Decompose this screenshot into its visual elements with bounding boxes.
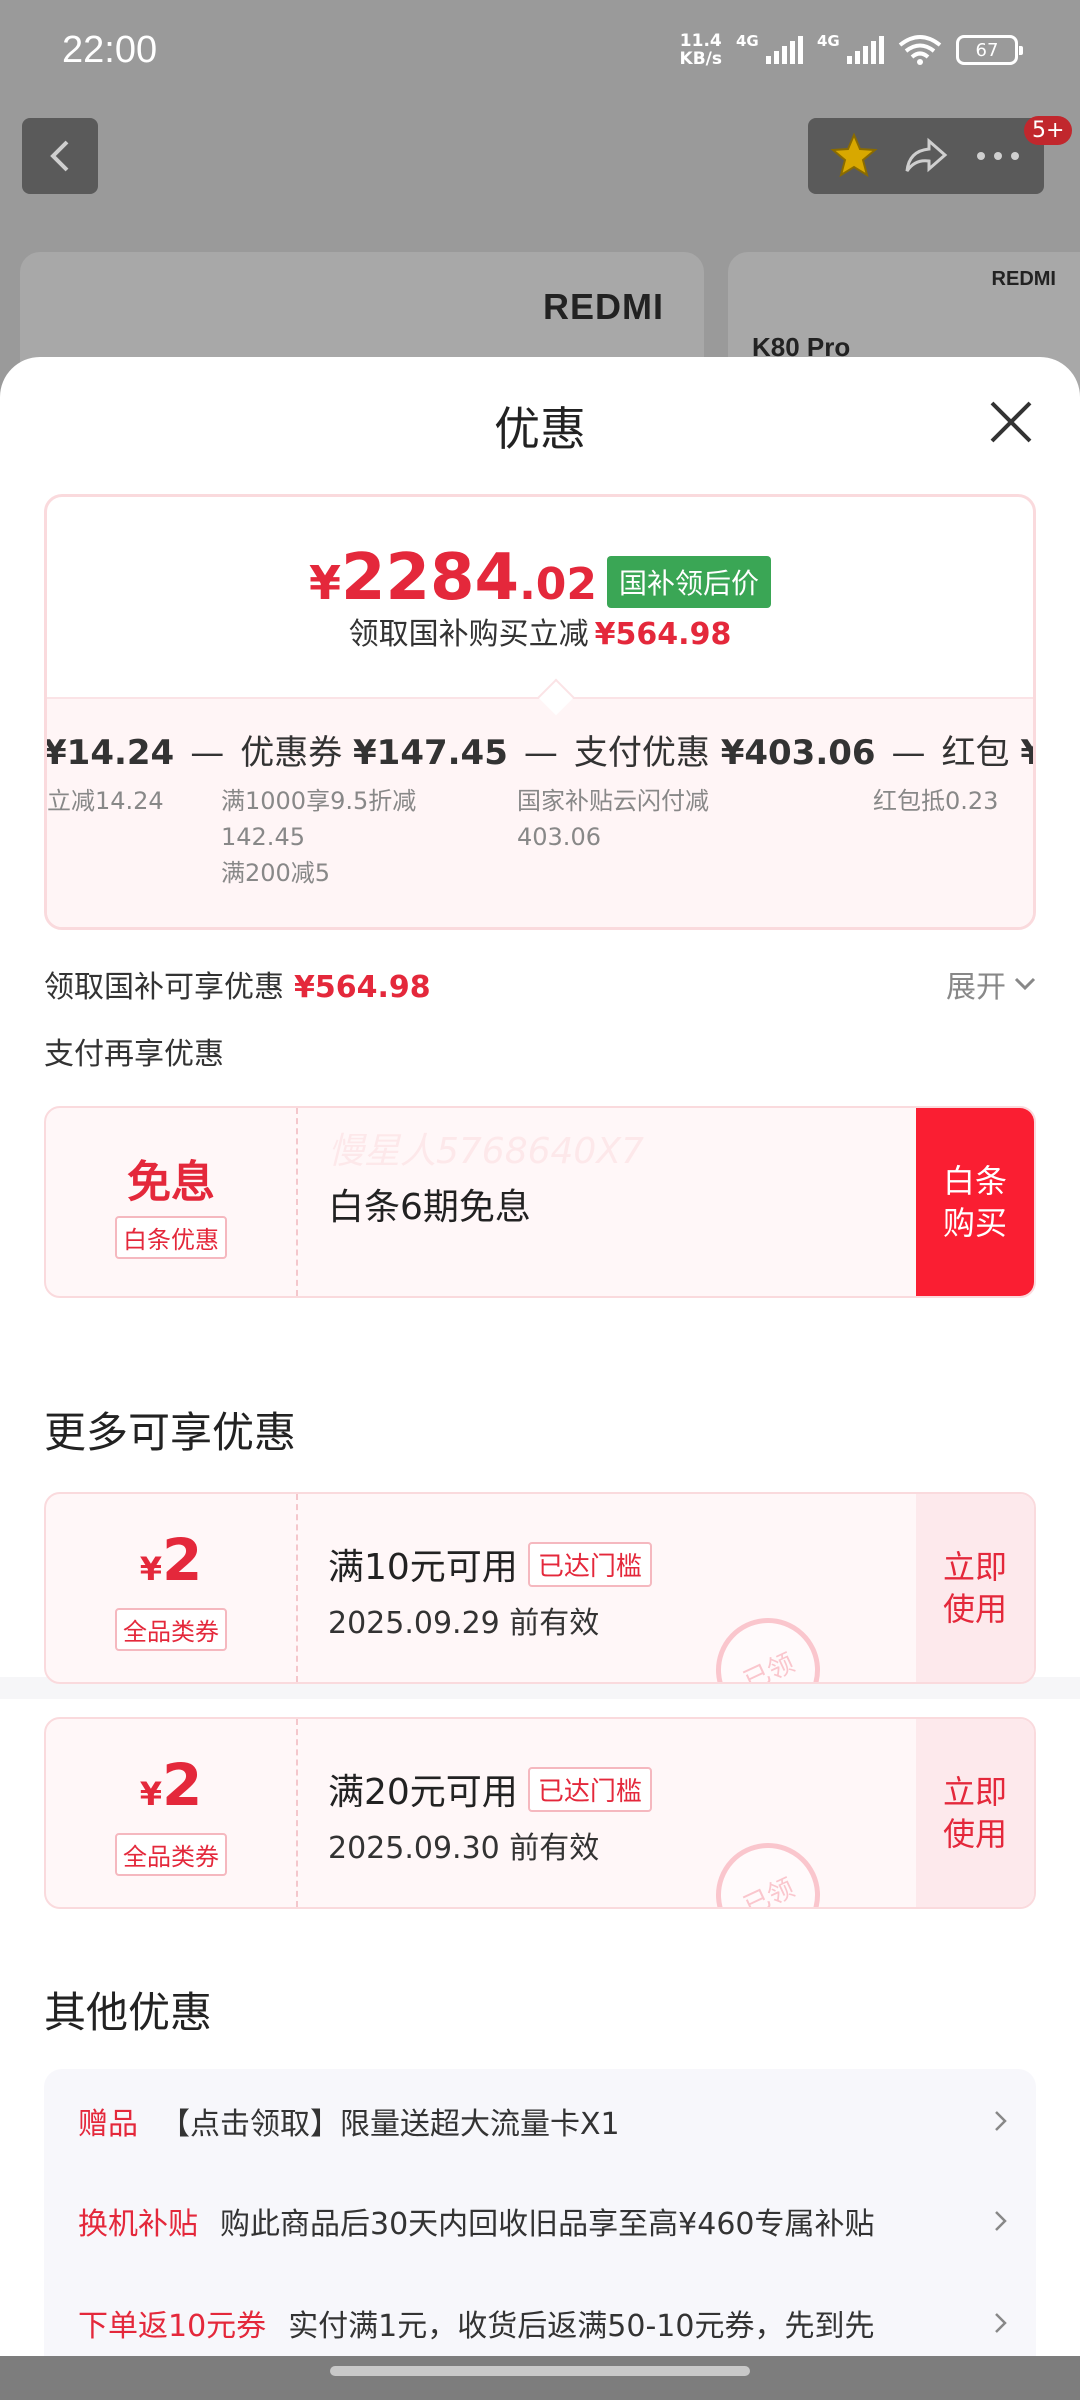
subsidy-summary-text: 领取国补可享优惠: [44, 970, 284, 1005]
coupon-card: ¥2 全品类券 满10元可用 已达门槛 2025.09.29 前有效 已领 立即…: [44, 1492, 1036, 1684]
status-time: 22:00: [62, 28, 158, 71]
coupon-tag: 全品类券: [115, 1607, 227, 1651]
chevron-down-icon: [1014, 977, 1036, 991]
chevron-right-icon: [995, 2111, 1007, 2131]
breakdown-note: 满1000享9.5折减 142.45 满200减5: [221, 787, 417, 887]
chevron-left-icon: [50, 140, 69, 172]
installment-coupon: 免息 白条优惠 慢星人5768640X7 白条6期免息 白条购买: [44, 1106, 1036, 1298]
list-item-trade-in[interactable]: 换机补贴 购此商品后30天内回收旧品享至高¥460专属补贴: [78, 2199, 1012, 2243]
price-subtitle: 领取国补购买立减 ¥564.98: [348, 617, 732, 652]
threshold-badge: 已达门槛: [527, 1766, 652, 1812]
sheet-title: 优惠: [494, 402, 586, 456]
share-icon[interactable]: [901, 131, 951, 181]
use-now-button[interactable]: 立即使用: [916, 1719, 1034, 1907]
breakdown-note: 红包抵0.23: [873, 787, 999, 815]
subsidy-summary-row: 领取国补可享优惠 ¥564.98 展开: [44, 962, 1036, 1006]
coupon-condition: 满10元可用: [328, 1547, 518, 1588]
breakdown-note: 立减14.24: [47, 787, 164, 815]
status-icons: 11.4 KB/s 4G 4G 67: [679, 31, 1023, 69]
signal-icon-2: 4G: [817, 32, 884, 64]
list-item-gift[interactable]: 赠品 【点击领取】限量送超大流量卡X1: [78, 2099, 1012, 2143]
signal-icon: 4G: [736, 32, 803, 64]
coupon-tag: 白条优惠: [115, 1215, 227, 1259]
use-now-button[interactable]: 立即使用: [916, 1494, 1034, 1682]
breakdown-amount: ¥14.24: [44, 733, 175, 773]
coupon-expiry: 2025.09.30 前有效: [328, 1831, 600, 1866]
breakdown-label: 红包: [941, 733, 1010, 773]
other-discounts-list: 赠品 【点击领取】限量送超大流量卡X1 换机补贴 购此商品后30天内回收旧品享至…: [44, 2069, 1036, 2400]
expand-button[interactable]: 展开: [946, 962, 1036, 1006]
brand-logo-2: REDMI: [991, 268, 1056, 290]
other-discounts-title: 其他优惠: [44, 1988, 213, 2037]
breakdown-amount: ¥403.06: [720, 733, 876, 773]
chevron-right-icon: [995, 2211, 1007, 2231]
coupon-amount: ¥2: [139, 1525, 203, 1594]
user-watermark: 慢星人5768640X7: [328, 1131, 644, 1172]
subsidy-price-tag: 国补领后价: [607, 556, 772, 608]
final-price: ¥ 2284 .02 国补领后价: [47, 541, 1033, 615]
star-icon[interactable]: [829, 131, 879, 181]
discount-sheet: 优惠 ¥ 2284 .02 国补领后价 领取国补购买立减 ¥564.98 ¥14.…: [0, 357, 1080, 2400]
coupon-tag: 全品类券: [115, 1832, 227, 1876]
more-icon[interactable]: [973, 146, 1023, 166]
breakdown-label: 支付优惠: [573, 733, 710, 773]
baitiao-buy-button[interactable]: 白条购买: [916, 1108, 1034, 1296]
coupon-amount: ¥2: [139, 1750, 203, 1819]
gesture-area: [0, 2356, 1080, 2400]
coupon-card: ¥2 全品类券 满20元可用 已达门槛 2025.09.30 前有效 已领 立即…: [44, 1717, 1036, 1909]
coupon-condition: 满20元可用: [328, 1772, 518, 1813]
more-discounts-title: 更多可享优惠: [44, 1408, 297, 1457]
coupon-expiry: 2025.09.29 前有效: [328, 1606, 600, 1641]
nav-toolbar: [808, 118, 1044, 194]
breakdown-note: 国家补贴云闪付减 403.06: [517, 787, 709, 851]
price-summary-card: ¥ 2284 .02 国补领后价 领取国补购买立减 ¥564.98 ¥14.24 …: [44, 494, 1036, 930]
more-badge: 5+: [1024, 116, 1073, 145]
pay-section-label: 支付再享优惠: [44, 1037, 224, 1072]
breakdown-row: ¥14.24 — 优惠券 ¥147.45 — 支付优惠 ¥403.06 — 红包…: [44, 725, 1033, 774]
breakdown-label: 优惠券: [240, 733, 343, 773]
chevron-right-icon: [995, 2313, 1007, 2333]
home-indicator[interactable]: [330, 2366, 750, 2376]
close-icon[interactable]: [986, 397, 1036, 447]
back-button[interactable]: [22, 118, 98, 194]
status-bar: 22:00 11.4 KB/s 4G 4G 67: [0, 0, 1080, 100]
network-speed: 11.4 KB/s: [679, 31, 722, 69]
wifi-icon: [898, 35, 942, 65]
breakdown-amount: ¥147.45: [353, 733, 508, 773]
discount-breakdown: ¥14.24 — 优惠券 ¥147.45 — 支付优惠 ¥403.06 — 红包…: [44, 697, 1033, 927]
threshold-badge: 已达门槛: [527, 1541, 652, 1587]
subsidy-summary-amount: ¥564.98: [294, 970, 431, 1005]
coupon-description: 白条6期免息: [328, 1187, 531, 1228]
brand-logo: REDMI: [543, 286, 664, 327]
battery-icon: 67: [956, 35, 1023, 65]
breakdown-amount: ¥0.23: [1020, 733, 1033, 773]
list-item-cashback[interactable]: 下单返10元券 实付满1元，收货后返满50-10元券，先到先: [78, 2301, 1012, 2345]
coupon-title: 免息: [127, 1156, 215, 1208]
price-header: ¥ 2284 .02 国补领后价 领取国补购买立减 ¥564.98: [47, 497, 1033, 697]
